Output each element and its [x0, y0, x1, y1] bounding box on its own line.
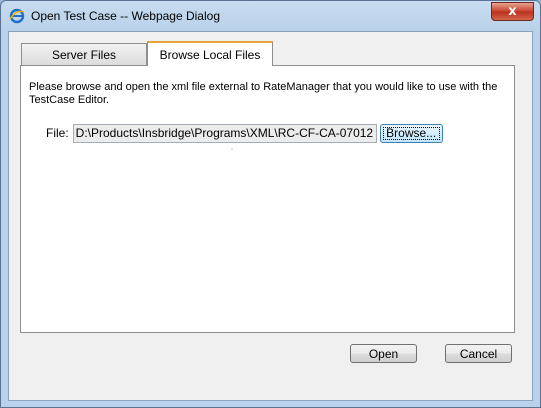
close-button[interactable]: x — [491, 2, 534, 21]
file-path-input[interactable]: D:\Products\Insbridge\Programs\XML\RC-CF… — [72, 123, 377, 143]
tab-label: Browse Local Files — [159, 47, 261, 62]
dialog-window: Open Test Case -- Webpage Dialog x Serve… — [0, 0, 541, 408]
file-label: File: — [46, 126, 69, 140]
cancel-button[interactable]: Cancel — [445, 344, 512, 363]
file-row: File: D:\Products\Insbridge\Programs\XML… — [29, 123, 443, 143]
title-bar[interactable]: Open Test Case -- Webpage Dialog x — [1, 1, 540, 31]
instructions-text: Please browse and open the xml file exte… — [29, 81, 498, 106]
tab-panel: Please browse and open the xml file exte… — [20, 65, 515, 333]
browse-button[interactable]: Browse... — [379, 123, 443, 143]
tab-server-files[interactable]: Server Files — [21, 43, 147, 65]
window-title: Open Test Case -- Webpage Dialog — [31, 9, 220, 23]
tab-browse-local-files[interactable]: Browse Local Files — [147, 41, 273, 66]
ie-icon — [9, 8, 25, 24]
dialog-body: Server Files Browse Local Files Please b… — [8, 31, 533, 401]
close-icon: x — [508, 4, 517, 19]
open-button[interactable]: Open — [350, 344, 417, 363]
divider-dot — [231, 148, 233, 150]
tab-label: Server Files — [51, 47, 116, 62]
